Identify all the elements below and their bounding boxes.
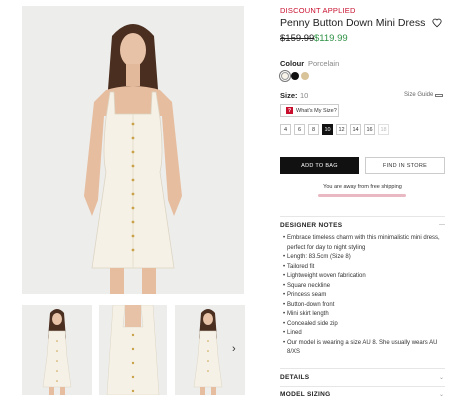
list-item: Square neckline [283, 282, 443, 292]
list-item: Tailored fit [283, 263, 443, 273]
size-option-14[interactable]: 14 [350, 124, 361, 135]
designer-notes-heading[interactable]: DESIGNER NOTES [280, 222, 342, 229]
thumbnail-front[interactable] [22, 305, 92, 395]
whats-my-size-button[interactable]: ? What's My Size? [280, 104, 339, 117]
size-options: 4 6 8 10 12 14 16 18 [280, 124, 389, 135]
free-shipping-progress-fill [318, 194, 406, 197]
colour-swatch-black[interactable] [291, 72, 299, 80]
size-option-8[interactable]: 8 [308, 124, 319, 135]
whats-my-size-label: What's My Size? [296, 107, 337, 114]
colour-selected-value: Porcelain [308, 59, 340, 68]
chevron-up-icon[interactable]: — [439, 222, 445, 228]
colour-swatch-tan[interactable] [301, 72, 309, 80]
thumbnail-detail-illustration [99, 305, 167, 395]
size-option-6[interactable]: 6 [294, 124, 305, 135]
thumbnail-model-illustration [22, 305, 92, 395]
list-item: Mini skirt length [283, 310, 443, 320]
size-option-10[interactable]: 10 [322, 124, 333, 135]
list-item: Lightweight woven fabrication [283, 272, 443, 282]
sale-price: $119.99 [314, 33, 348, 44]
free-shipping-progress [318, 194, 406, 197]
fit-finder-icon: ? [286, 107, 293, 114]
size-label: Size: [280, 91, 298, 100]
divider [280, 216, 445, 217]
size-option-4[interactable]: 4 [280, 124, 291, 135]
free-shipping-message: You are away from free shipping [323, 184, 402, 190]
details-heading[interactable]: DETAILS [280, 374, 309, 381]
list-item: Lined [283, 329, 443, 339]
thumbnail-detail[interactable] [99, 305, 167, 395]
model-sizing-heading[interactable]: MODEL SIZING [280, 391, 330, 398]
chevron-right-icon[interactable]: › [232, 343, 236, 355]
colour-swatch-porcelain[interactable] [281, 72, 289, 80]
original-price: $159.99 [280, 33, 315, 44]
list-item: Princess seam [283, 291, 443, 301]
product-title: Penny Button Down Mini Dress [280, 17, 426, 29]
colour-label: Colour [280, 59, 305, 68]
list-item: Button-down front [283, 301, 443, 311]
divider [280, 386, 445, 387]
discount-label: DISCOUNT APPLIED [280, 6, 356, 15]
main-product-image[interactable] [22, 6, 244, 294]
list-item: Length: 83.5cm (Size 8) [283, 253, 443, 263]
divider [280, 368, 445, 369]
chevron-down-icon[interactable]: ⌄ [439, 374, 444, 381]
size-selected-value: 10 [300, 91, 309, 100]
list-item: Our model is wearing a size AU 8. She us… [283, 339, 443, 358]
chevron-down-icon[interactable]: ⌄ [439, 391, 444, 398]
designer-notes-list: Embrace timeless charm with this minimal… [283, 234, 443, 358]
ruler-icon[interactable] [435, 94, 443, 97]
find-in-store-button[interactable]: FIND IN STORE [365, 157, 445, 174]
list-item: Concealed side zip [283, 320, 443, 330]
size-guide-link[interactable]: Size Guide [404, 92, 433, 98]
model-dress-illustration [22, 6, 244, 294]
size-option-18: 18 [378, 124, 389, 135]
list-item: Embrace timeless charm with this minimal… [283, 234, 443, 253]
heart-outline-icon[interactable] [432, 18, 442, 28]
size-option-16[interactable]: 16 [364, 124, 375, 135]
add-to-bag-button[interactable]: ADD TO BAG [280, 157, 359, 174]
size-option-12[interactable]: 12 [336, 124, 347, 135]
